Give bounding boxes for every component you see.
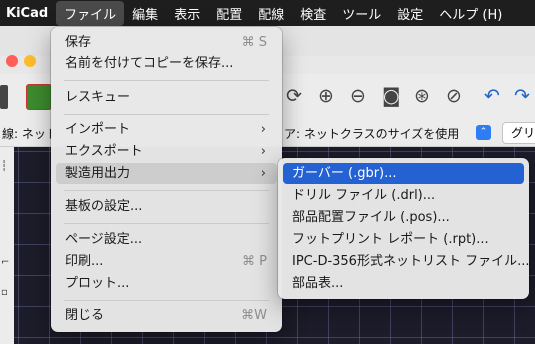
redo-icon[interactable]: ↷ xyxy=(514,83,530,109)
track-width-select[interactable]: 線: ネット xyxy=(2,125,58,142)
menu-item-save[interactable]: 保存 ⌘ S xyxy=(56,32,277,53)
zoom-selection-icon[interactable]: ⊘ xyxy=(446,83,462,109)
close-window-button[interactable] xyxy=(6,55,18,67)
menu-separator xyxy=(64,223,269,224)
menu-file[interactable]: ファイル xyxy=(56,0,125,26)
grid-select[interactable]: グリ xyxy=(502,122,535,144)
menu-help[interactable]: ヘルプ (H) xyxy=(431,1,510,26)
menu-view[interactable]: 表示 xyxy=(166,1,208,26)
menu-separator xyxy=(64,190,269,191)
menu-item-page-settings[interactable]: ページ設定... xyxy=(56,229,277,250)
menu-item-plot[interactable]: プロット... xyxy=(56,273,277,294)
menu-tools[interactable]: ツール xyxy=(334,1,389,26)
menu-preferences[interactable]: 設定 xyxy=(389,1,431,26)
menu-separator xyxy=(64,300,269,301)
left-tool-icon[interactable]: ⌐ xyxy=(1,257,9,268)
menu-route[interactable]: 配線 xyxy=(250,1,292,26)
menu-item-print[interactable]: 印刷... ⌘ P xyxy=(56,251,277,272)
refresh-icon[interactable]: ⟳ xyxy=(286,83,302,109)
menu-item-fabrication-outputs[interactable]: 製造用出力 › xyxy=(56,163,277,184)
chevron-right-icon: › xyxy=(260,144,266,159)
left-tool-icon[interactable]: ▫ xyxy=(1,287,8,298)
menu-item-position-files[interactable]: 部品配置ファイル (.pos)... xyxy=(283,207,524,228)
zoom-in-icon[interactable]: ⊕ xyxy=(318,83,334,109)
minimize-window-button[interactable] xyxy=(24,55,36,67)
menu-bar: KiCad ファイル 編集 表示 配置 配線 検査 ツール 設定 ヘルプ (H) xyxy=(0,0,535,26)
zoom-out-icon[interactable]: ⊖ xyxy=(350,83,366,109)
menu-item-board-setup[interactable]: 基板の設定... xyxy=(56,196,277,217)
menu-item-save-copy-as[interactable]: 名前を付けてコピーを保存... xyxy=(56,53,277,74)
menu-item-drill-files[interactable]: ドリル ファイル (.drl)... xyxy=(283,185,524,206)
app-menu-kicad[interactable]: KiCad xyxy=(0,3,56,24)
menu-edit[interactable]: 編集 xyxy=(124,1,166,26)
menu-inspect[interactable]: 検査 xyxy=(292,1,334,26)
menu-item-export[interactable]: エクスポート › xyxy=(56,141,277,162)
menu-separator xyxy=(64,114,269,115)
menu-item-footprint-report[interactable]: フットプリント レポート (.rpt)... xyxy=(283,229,524,250)
via-dropdown-chevron-icon[interactable]: ⌃ xyxy=(476,125,491,140)
zoom-objects-icon[interactable]: ⊛ xyxy=(414,83,430,109)
page-icon[interactable] xyxy=(0,85,8,109)
chevron-right-icon: › xyxy=(260,166,266,181)
left-tool-icon[interactable]: ┆ xyxy=(1,161,7,172)
menu-separator xyxy=(64,80,269,81)
menu-item-ipc-netlist[interactable]: IPC-D-356形式ネットリスト ファイル... xyxy=(283,251,530,272)
board-setup-icon[interactable] xyxy=(26,84,52,110)
menu-place[interactable]: 配置 xyxy=(208,1,250,26)
menu-item-bom[interactable]: 部品表... xyxy=(283,273,524,294)
fabrication-outputs-submenu: ガーバー (.gbr)... ドリル ファイル (.drl)... 部品配置ファ… xyxy=(278,158,530,299)
menu-item-close[interactable]: 閉じる ⌘W xyxy=(56,305,277,326)
file-menu: 保存 ⌘ S 名前を付けてコピーを保存... レスキュー インポート › エクスポー… xyxy=(51,27,282,332)
zoom-fit-icon[interactable]: ◙ xyxy=(382,83,400,109)
left-toolbar: ┆ ⌐ ▫ xyxy=(0,147,15,344)
menu-item-gerbers[interactable]: ガーバー (.gbr)... xyxy=(283,163,524,184)
menu-item-import[interactable]: インポート › xyxy=(56,119,277,140)
menu-item-rescue[interactable]: レスキュー xyxy=(56,87,277,108)
via-size-select[interactable]: ア: ネットクラスのサイズを使用 xyxy=(284,125,459,142)
undo-icon[interactable]: ↶ xyxy=(484,83,500,109)
chevron-right-icon: › xyxy=(260,122,266,137)
